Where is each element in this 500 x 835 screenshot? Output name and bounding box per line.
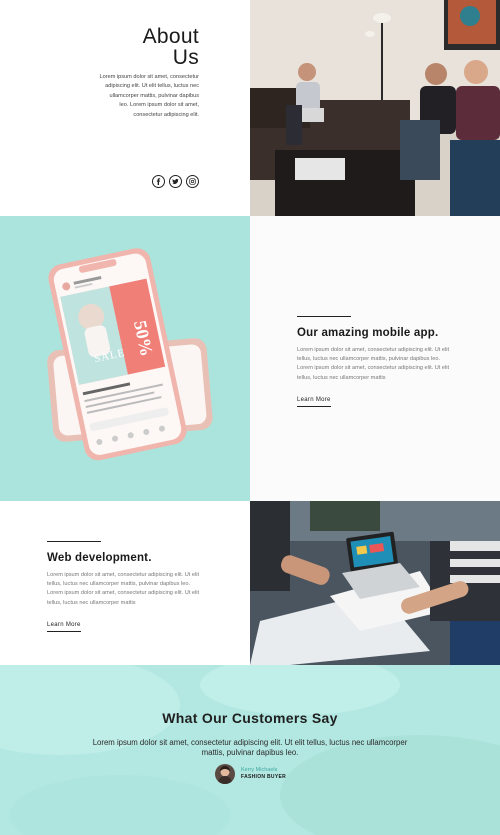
testimonial-author: Kerry Michaels FASHION BUYER: [215, 764, 286, 784]
about-title-line2: Us: [172, 46, 199, 69]
testimonials-section: What Our Customers Say Lorem ipsum dolor…: [0, 665, 500, 835]
avatar: [215, 764, 235, 784]
about-text-panel: About Us Lorem ipsum dolor sit amet, con…: [0, 0, 250, 216]
social-links: [152, 175, 199, 188]
team-photo-desk: [250, 501, 500, 665]
testimonial-role: FASHION BUYER: [241, 774, 287, 780]
mobile-app-section: SALE 50% Our amazing mobile app. Lorem i…: [0, 216, 500, 501]
instagram-icon[interactable]: [186, 175, 199, 188]
web-dev-body: Lorem ipsum dolor sit amet, consectetur …: [47, 572, 200, 606]
web-dev-learn-more-link[interactable]: Learn More: [47, 622, 81, 632]
twitter-icon[interactable]: [169, 175, 182, 188]
mobile-app-body: Lorem ipsum dolor sit amet, consectetur …: [297, 347, 450, 381]
mobile-app-learn-more-link[interactable]: Learn More: [297, 397, 331, 407]
web-dev-section: Web development. Lorem ipsum dolor sit a…: [0, 501, 500, 665]
mobile-app-text-panel: Our amazing mobile app. Lorem ipsum dolo…: [250, 216, 500, 501]
desk-photo-illustration: [250, 501, 500, 665]
team-photo-illustration: [250, 0, 500, 216]
web-dev-text-panel: Web development. Lorem ipsum dolor sit a…: [0, 501, 250, 665]
testimonials-title: What Our Customers Say: [162, 710, 338, 726]
phone-mockup-panel: SALE 50%: [0, 216, 250, 501]
web-dev-divider: [47, 541, 101, 542]
team-photo-sofa: [250, 0, 500, 216]
facebook-icon[interactable]: [152, 175, 165, 188]
about-section: About Us Lorem ipsum dolor sit amet, con…: [0, 0, 500, 216]
testimonial-name: Kerry Michaels: [241, 767, 278, 773]
about-title-line1: About: [142, 25, 199, 48]
about-title: About Us: [143, 26, 199, 68]
about-body: Lorem ipsum dolor sit amet, consectetur …: [99, 74, 200, 118]
mobile-app-title: Our amazing mobile app.: [297, 327, 439, 339]
mobile-app-divider: [297, 316, 351, 317]
testimonial-quote: Lorem ipsum dolor sit amet, consectetur …: [92, 738, 408, 757]
web-dev-title: Web development.: [47, 552, 152, 564]
